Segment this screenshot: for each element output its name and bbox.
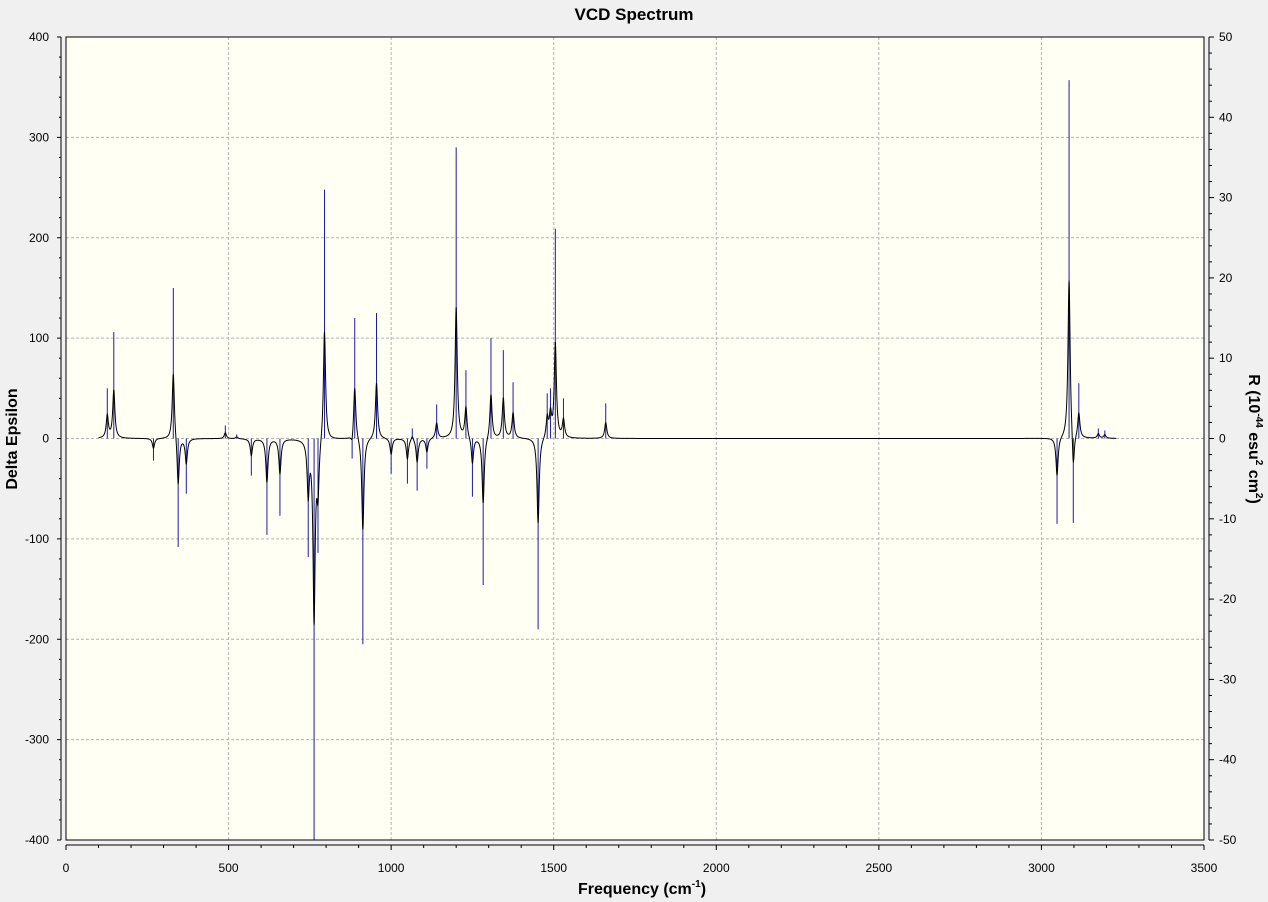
- right-tick-label: 10: [1219, 351, 1233, 365]
- right-tick-label: 0: [1219, 432, 1226, 446]
- vcd-spectrum-chart: VCD Spectrum -400-300-200-10001002003004…: [4, 5, 1264, 898]
- x-tick-label: 2000: [703, 861, 730, 875]
- left-tick-label: 400: [29, 30, 49, 44]
- left-tick-label: -200: [25, 632, 49, 646]
- right-tick-label: 20: [1219, 271, 1233, 285]
- x-tick-label: 3000: [1028, 861, 1055, 875]
- x-tick-label: 500: [219, 861, 239, 875]
- right-y-axis-title: R (10-44 esu2 cm2): [1245, 374, 1264, 504]
- left-tick-label: 300: [29, 130, 49, 144]
- right-tick-label: -30: [1219, 672, 1237, 686]
- x-tick-label: 0: [63, 861, 70, 875]
- right-tick-label: -10: [1219, 512, 1237, 526]
- right-tick-label: 30: [1219, 191, 1233, 205]
- right-tick-label: -50: [1219, 833, 1237, 847]
- right-tick-label: 50: [1219, 30, 1233, 44]
- left-tick-label: 200: [29, 231, 49, 245]
- left-y-axis: -400 -300 -200 -100 0 100 200 300 400: [25, 30, 62, 847]
- left-tick-label: -300: [25, 733, 49, 747]
- left-tick-label: 0: [42, 432, 49, 446]
- left-y-axis-title: Delta Epsilon: [4, 388, 21, 489]
- x-axis-title: Frequency (cm-1): [578, 879, 706, 898]
- left-tick-label: -400: [25, 833, 49, 847]
- right-y-axis: -50 -40 -30 -20 -10 0 10 20 30 40 50: [1208, 30, 1237, 847]
- x-tick-label: 3500: [1191, 861, 1218, 875]
- right-tick-label: -40: [1219, 753, 1237, 767]
- x-tick-label: 2500: [866, 861, 893, 875]
- x-axis: 0 500 1000 1500 2000 2500 3000 3500: [63, 844, 1218, 875]
- chart-title: VCD Spectrum: [574, 5, 693, 24]
- x-tick-label: 1500: [540, 861, 567, 875]
- right-tick-label: 40: [1219, 110, 1233, 124]
- x-tick-label: 1000: [378, 861, 405, 875]
- left-tick-label: -100: [25, 532, 49, 546]
- left-tick-label: 100: [29, 331, 49, 345]
- right-tick-label: -20: [1219, 592, 1237, 606]
